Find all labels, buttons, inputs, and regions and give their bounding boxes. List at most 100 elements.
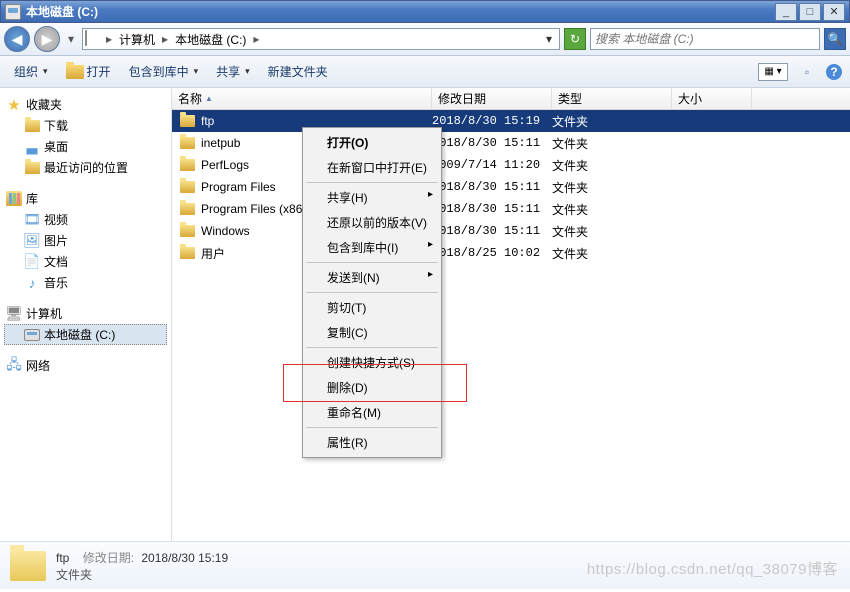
sidebar-item-music[interactable]: ♪ 音乐 [4, 272, 167, 293]
context-menu-item[interactable]: 包含到库中(I) [305, 235, 439, 260]
search-button[interactable]: 🔍 [824, 28, 846, 50]
breadcrumb-computer[interactable]: 计算机 [117, 31, 157, 48]
share-menu[interactable]: 共享 [210, 60, 256, 83]
file-name: 用户 [201, 245, 225, 262]
recent-icon [24, 160, 40, 176]
file-list-pane: 名称 ▲ 修改日期 类型 大小 ftp2018/8/30 15:19文件夹ine… [172, 88, 850, 541]
file-name: inetpub [201, 136, 240, 150]
context-menu-item[interactable]: 创建快捷方式(S) [305, 350, 439, 375]
menu-separator [306, 182, 438, 183]
sidebar-item-drive-c[interactable]: 本地磁盘 (C:) [4, 324, 167, 345]
folder-icon [180, 137, 195, 149]
details-date-label: 修改日期: [83, 551, 134, 565]
file-type: 文件夹 [552, 179, 672, 196]
open-button[interactable]: 打开 [60, 60, 117, 83]
file-type: 文件夹 [552, 201, 672, 218]
maximize-button[interactable]: □ [799, 3, 821, 21]
back-button[interactable]: ◀ [4, 26, 30, 52]
menu-separator [306, 347, 438, 348]
chevron-right-icon[interactable]: ▸ [252, 32, 260, 46]
sidebar-item-pictures[interactable]: 🖼 图片 [4, 230, 167, 251]
address-dropdown[interactable]: ▾ [541, 32, 557, 46]
sidebar-item-videos[interactable]: 🎞 视频 [4, 209, 167, 230]
history-dropdown[interactable]: ▾ [64, 29, 78, 49]
sort-ascending-icon: ▲ [205, 94, 213, 103]
folder-large-icon [10, 551, 46, 581]
forward-button[interactable]: ▶ [34, 26, 60, 52]
file-date: 2018/8/30 15:19 [432, 114, 552, 128]
file-name: Program Files (x86) [201, 202, 306, 216]
window-title: 本地磁盘 (C:) [26, 3, 773, 20]
context-menu-item[interactable]: 复制(C) [305, 320, 439, 345]
column-header-name[interactable]: 名称 ▲ [172, 88, 432, 109]
computer-icon: 🖥 [6, 306, 22, 322]
sidebar-item-documents[interactable]: 📄 文档 [4, 251, 167, 272]
sidebar-item-desktop[interactable]: ▃ 桌面 [4, 136, 167, 157]
context-menu-item[interactable]: 发送到(N) [305, 265, 439, 290]
chevron-right-icon[interactable]: ▸ [105, 32, 113, 46]
column-header-type[interactable]: 类型 [552, 88, 672, 109]
favorites-label: 收藏夹 [26, 96, 62, 113]
file-name: PerfLogs [201, 158, 249, 172]
title-bar: 本地磁盘 (C:) _ □ ✕ [0, 0, 850, 23]
drive-icon [5, 4, 21, 20]
file-row[interactable]: Program Files (x86)2018/8/30 15:11文件夹 [172, 198, 850, 220]
file-row[interactable]: ftp2018/8/30 15:19文件夹 [172, 110, 850, 132]
search-input[interactable] [595, 32, 815, 46]
sidebar-item-label: 下载 [44, 117, 68, 134]
close-button[interactable]: ✕ [823, 3, 845, 21]
sidebar-item-label: 图片 [44, 232, 68, 249]
chevron-right-icon[interactable]: ▸ [161, 32, 169, 46]
column-header-date[interactable]: 修改日期 [432, 88, 552, 109]
file-rows: ftp2018/8/30 15:19文件夹inetpub2018/8/30 15… [172, 110, 850, 541]
menu-separator [306, 427, 438, 428]
breadcrumb-current[interactable]: 本地磁盘 (C:) [173, 31, 248, 48]
file-row[interactable]: Program Files2018/8/30 15:11文件夹 [172, 176, 850, 198]
folder-icon [180, 225, 195, 237]
minimize-button[interactable]: _ [775, 3, 797, 21]
network-header[interactable]: 🖧 网络 [4, 355, 167, 376]
file-row[interactable]: PerfLogs2009/7/14 11:20文件夹 [172, 154, 850, 176]
context-menu-item[interactable]: 属性(R) [305, 430, 439, 455]
music-icon: ♪ [24, 275, 40, 291]
sidebar-item-downloads[interactable]: 下载 [4, 115, 167, 136]
desktop-icon: ▃ [24, 139, 40, 155]
folder-icon [180, 247, 195, 259]
file-name: Windows [201, 224, 250, 238]
search-bar[interactable] [590, 28, 820, 50]
column-header-size[interactable]: 大小 [672, 88, 752, 109]
context-menu: 打开(O)在新窗口中打开(E) 共享(H)还原以前的版本(V)包含到库中(I) 发送… [302, 127, 442, 458]
address-bar[interactable]: ▸ 计算机 ▸ 本地磁盘 (C:) ▸ ▾ [82, 28, 560, 50]
star-icon: ★ [6, 97, 22, 113]
favorites-header[interactable]: ★ 收藏夹 [4, 94, 167, 115]
include-in-library-menu[interactable]: 包含到库中 [123, 60, 205, 83]
file-row[interactable]: 用户2018/8/25 10:02文件夹 [172, 242, 850, 264]
context-menu-item[interactable]: 在新窗口中打开(E) [305, 155, 439, 180]
folder-icon [180, 203, 195, 215]
help-icon[interactable]: ? [826, 64, 842, 80]
new-folder-button[interactable]: 新建文件夹 [262, 60, 334, 83]
computer-header[interactable]: 🖥 计算机 [4, 303, 167, 324]
file-row[interactable]: inetpub2018/8/30 15:11文件夹 [172, 132, 850, 154]
organize-menu[interactable]: 组织 [8, 60, 54, 83]
network-label: 网络 [26, 357, 50, 374]
context-menu-item[interactable]: 共享(H) [305, 185, 439, 210]
preview-pane-toggle[interactable]: ▫ [798, 63, 816, 81]
file-type: 文件夹 [552, 157, 672, 174]
view-selector[interactable]: ▦ ▾ [758, 63, 788, 81]
sidebar-item-label: 视频 [44, 211, 68, 228]
context-menu-item[interactable]: 打开(O) [305, 130, 439, 155]
context-menu-item[interactable]: 重命名(M) [305, 400, 439, 425]
context-menu-item[interactable]: 删除(D) [305, 375, 439, 400]
context-menu-item[interactable]: 还原以前的版本(V) [305, 210, 439, 235]
context-menu-item[interactable]: 剪切(T) [305, 295, 439, 320]
details-type: 文件夹 [56, 566, 228, 583]
drive-icon [24, 327, 40, 343]
folder-icon [24, 118, 40, 134]
sidebar-item-recent[interactable]: 最近访问的位置 [4, 157, 167, 178]
refresh-button[interactable]: ↻ [564, 28, 586, 50]
file-type: 文件夹 [552, 135, 672, 152]
videos-icon: 🎞 [24, 212, 40, 228]
libraries-header[interactable]: 库 [4, 188, 167, 209]
file-row[interactable]: Windows2018/8/30 15:11文件夹 [172, 220, 850, 242]
